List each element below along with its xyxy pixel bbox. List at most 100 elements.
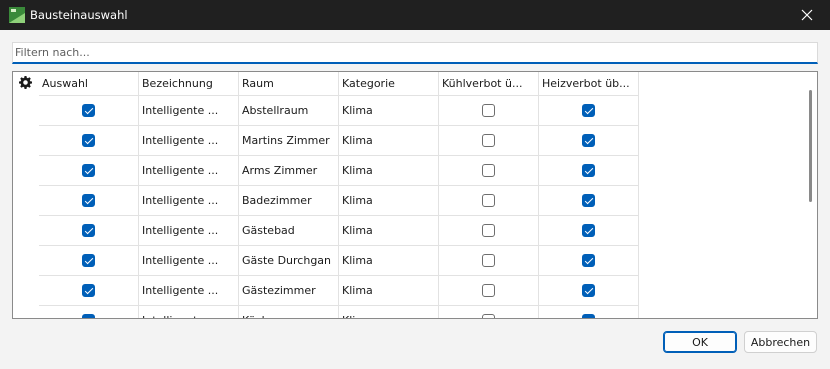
kuehlverbot-cell: [439, 306, 539, 318]
kuehlverbot-cell: [439, 126, 539, 156]
raum-cell: Gäste Durchgan: [239, 246, 339, 276]
table-row[interactable]: Intelligente ... Gästezimmer Klima: [39, 276, 639, 306]
kuehlverbot-checkbox[interactable]: [482, 254, 495, 267]
title-bar[interactable]: Bausteinauswahl: [0, 0, 830, 30]
kuehlverbot-cell: [439, 156, 539, 186]
heizverbot-checkbox[interactable]: [582, 254, 595, 267]
auswahl-cell: [39, 186, 139, 216]
bezeichnung-cell: Intelligente ...: [139, 246, 239, 276]
column-header-raum[interactable]: Raum: [239, 72, 339, 96]
kuehlverbot-checkbox[interactable]: [482, 164, 495, 177]
kuehlverbot-checkbox[interactable]: [482, 314, 495, 318]
kategorie-cell: Klima: [339, 126, 439, 156]
table-row[interactable]: Intelligente ... Gäste Durchgan Klima: [39, 246, 639, 276]
kuehlverbot-checkbox[interactable]: [482, 224, 495, 237]
table-row[interactable]: Intelligente ... Arms Zimmer Klima: [39, 156, 639, 186]
kategorie-cell: Klima: [339, 186, 439, 216]
column-header-kuehlverbot[interactable]: Kühlverbot ü...: [439, 72, 539, 96]
gear-icon[interactable]: [19, 76, 32, 89]
auswahl-cell: [39, 276, 139, 306]
column-header-bezeichnung[interactable]: Bezeichnung: [139, 72, 239, 96]
bezeichnung-cell: Intelligente ...: [139, 126, 239, 156]
kuehlverbot-cell: [439, 216, 539, 246]
close-icon: [801, 9, 813, 21]
auswahl-cell: [39, 216, 139, 246]
kategorie-cell: Klima: [339, 246, 439, 276]
kuehlverbot-checkbox[interactable]: [482, 104, 495, 117]
kategorie-cell: Klima: [339, 306, 439, 318]
bezeichnung-cell: Intelligente ...: [139, 96, 239, 126]
kuehlverbot-checkbox[interactable]: [482, 194, 495, 207]
kuehlverbot-checkbox[interactable]: [482, 284, 495, 297]
heizverbot-cell: [539, 216, 639, 246]
heizverbot-cell: [539, 96, 639, 126]
raum-cell: Arms Zimmer: [239, 156, 339, 186]
bezeichnung-cell: Intelligente ...: [139, 186, 239, 216]
app-icon: [9, 7, 25, 23]
auswahl-checkbox[interactable]: [82, 314, 95, 318]
heizverbot-cell: [539, 306, 639, 318]
auswahl-checkbox[interactable]: [82, 284, 95, 297]
bezeichnung-cell: Intelligente ...: [139, 276, 239, 306]
kuehlverbot-cell: [439, 276, 539, 306]
kuehlverbot-cell: [439, 186, 539, 216]
table-row[interactable]: Intelligente ... Abstellraum Klima: [39, 96, 639, 126]
kategorie-cell: Klima: [339, 96, 439, 126]
ok-button[interactable]: OK: [663, 331, 737, 353]
kategorie-cell: Klima: [339, 276, 439, 306]
raum-cell: Abstellraum: [239, 96, 339, 126]
raum-cell: Gästezimmer: [239, 276, 339, 306]
auswahl-cell: [39, 246, 139, 276]
auswahl-cell: [39, 306, 139, 318]
kuehlverbot-checkbox[interactable]: [482, 134, 495, 147]
heizverbot-checkbox[interactable]: [582, 164, 595, 177]
raum-cell: Martins Zimmer: [239, 126, 339, 156]
vertical-scrollbar[interactable]: [809, 90, 812, 202]
auswahl-cell: [39, 156, 139, 186]
auswahl-checkbox[interactable]: [82, 104, 95, 117]
raum-cell: Küche: [239, 306, 339, 318]
table-row[interactable]: Intelligente ...KücheKlima: [39, 306, 639, 318]
selection-grid: Auswahl Bezeichnung Raum Kategorie Kühlv…: [12, 71, 818, 319]
bezeichnung-cell: Intelligente ...: [139, 306, 239, 318]
heizverbot-cell: [539, 276, 639, 306]
heizverbot-checkbox[interactable]: [582, 194, 595, 207]
raum-cell: Badezimmer: [239, 186, 339, 216]
auswahl-cell: [39, 96, 139, 126]
raum-cell: Gästebad: [239, 216, 339, 246]
table-row[interactable]: Intelligente ... Martins Zimmer Klima: [39, 126, 639, 156]
column-header-kategorie[interactable]: Kategorie: [339, 72, 439, 96]
bezeichnung-cell: Intelligente ...: [139, 216, 239, 246]
kuehlverbot-cell: [439, 246, 539, 276]
auswahl-checkbox[interactable]: [82, 254, 95, 267]
auswahl-cell: [39, 126, 139, 156]
column-header-auswahl[interactable]: Auswahl: [39, 72, 139, 96]
kategorie-cell: Klima: [339, 216, 439, 246]
bezeichnung-cell: Intelligente ...: [139, 156, 239, 186]
heizverbot-checkbox[interactable]: [582, 224, 595, 237]
window-title: Bausteinauswahl: [30, 8, 128, 22]
filter-input[interactable]: [12, 42, 818, 64]
heizverbot-cell: [539, 156, 639, 186]
dialog-window: Bausteinauswahl Auswahl Bezeichnung Raum…: [0, 0, 830, 369]
heizverbot-checkbox[interactable]: [582, 134, 595, 147]
column-header-heizverbot[interactable]: Heizverbot üb...: [539, 72, 639, 96]
heizverbot-checkbox[interactable]: [582, 104, 595, 117]
kategorie-cell: Klima: [339, 156, 439, 186]
kuehlverbot-cell: [439, 96, 539, 126]
heizverbot-cell: [539, 186, 639, 216]
heizverbot-checkbox[interactable]: [582, 284, 595, 297]
cancel-button[interactable]: Abbrechen: [744, 331, 817, 353]
table-row[interactable]: Intelligente ... Badezimmer Klima: [39, 186, 639, 216]
header-row: Auswahl Bezeichnung Raum Kategorie Kühlv…: [39, 72, 639, 96]
data-grid: Auswahl Bezeichnung Raum Kategorie Kühlv…: [39, 72, 639, 318]
auswahl-checkbox[interactable]: [82, 194, 95, 207]
heizverbot-cell: [539, 246, 639, 276]
auswahl-checkbox[interactable]: [82, 224, 95, 237]
heizverbot-cell: [539, 126, 639, 156]
table-row[interactable]: Intelligente ... Gästebad Klima: [39, 216, 639, 246]
auswahl-checkbox[interactable]: [82, 164, 95, 177]
close-button[interactable]: [784, 0, 830, 30]
auswahl-checkbox[interactable]: [82, 134, 95, 147]
heizverbot-checkbox[interactable]: [582, 314, 595, 318]
